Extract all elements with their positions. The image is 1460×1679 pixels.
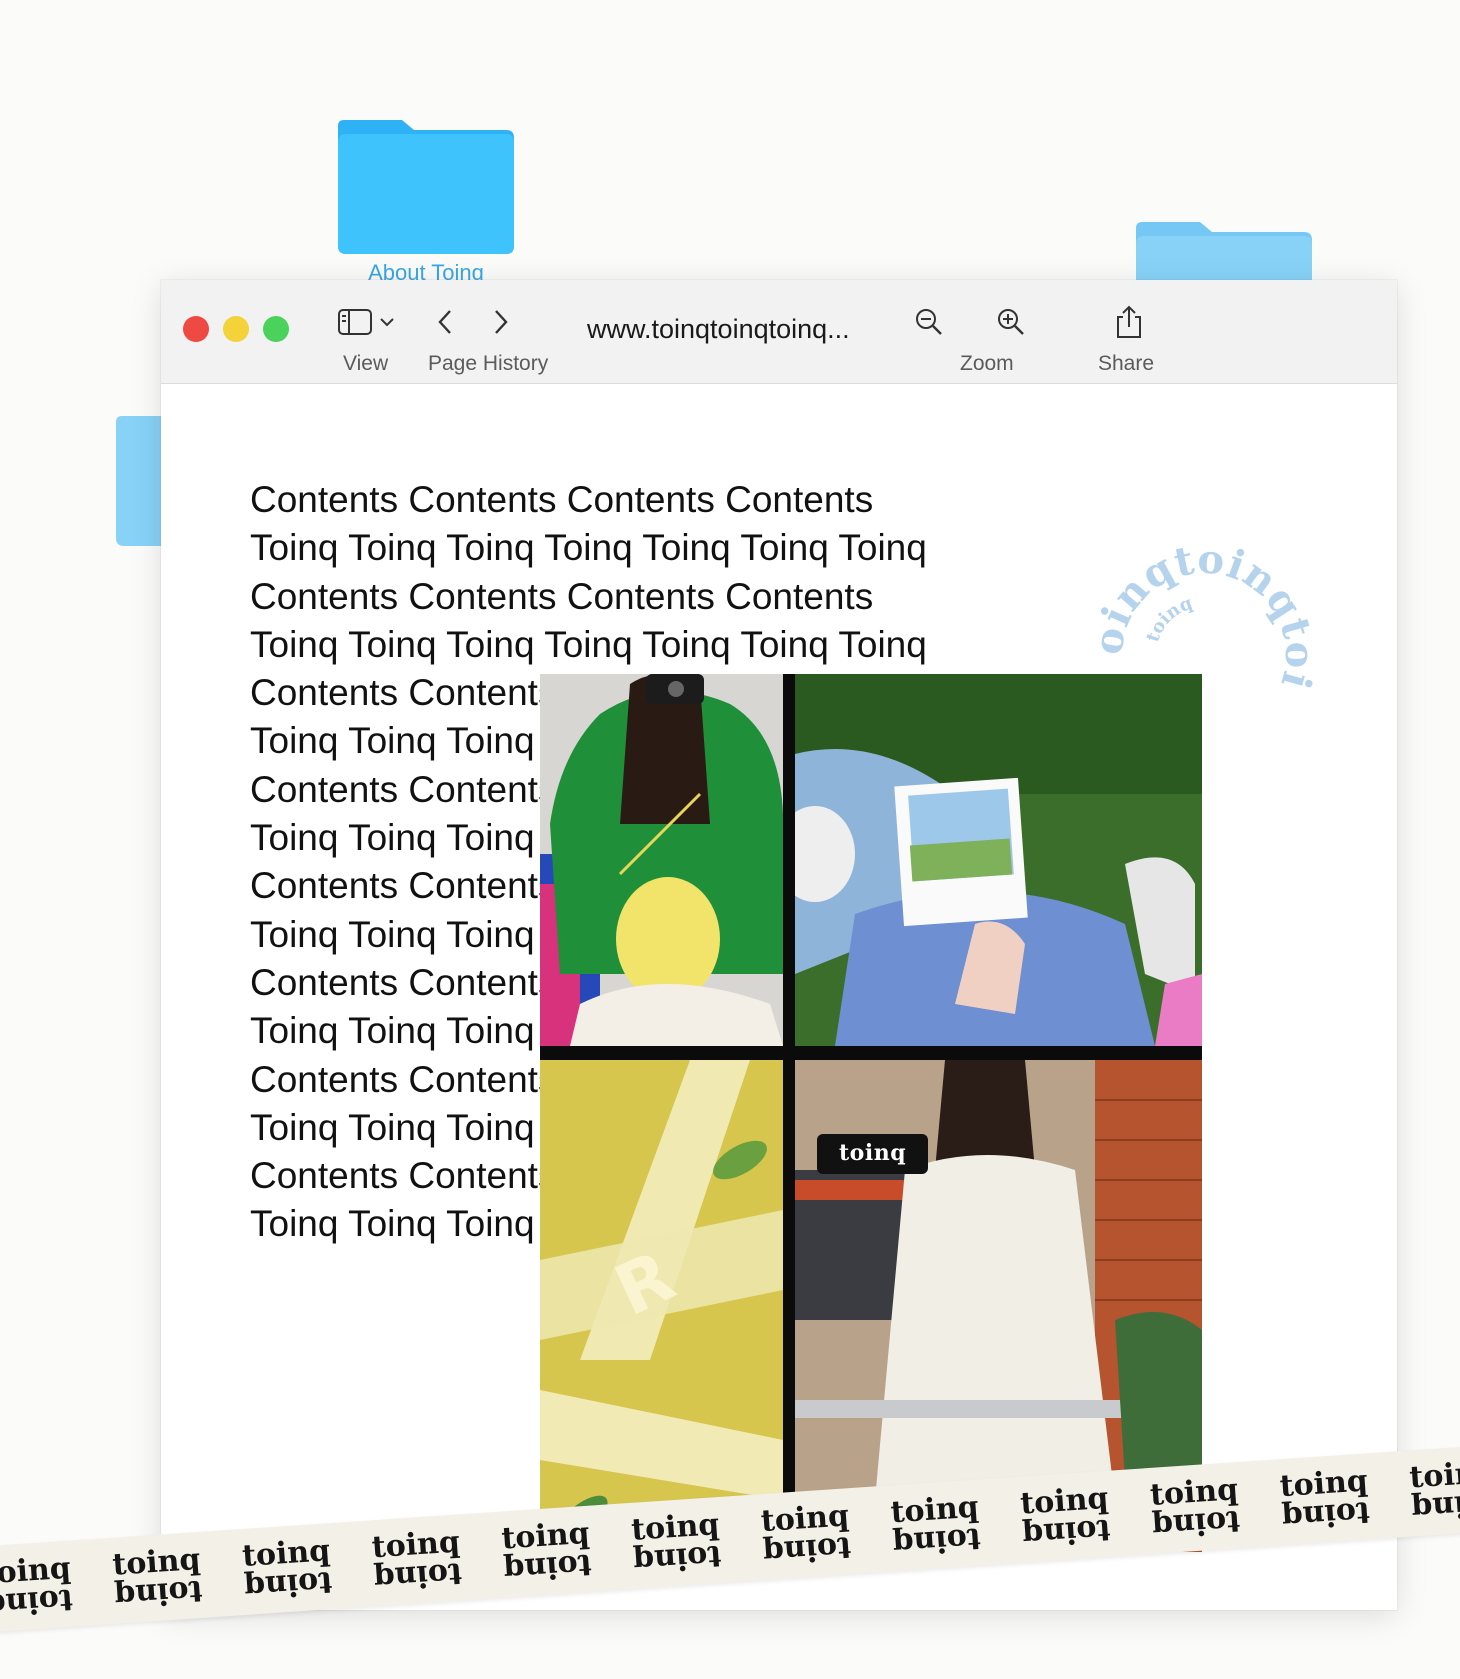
ribbon-logo: toinq toinq [630, 1507, 723, 1579]
svg-text:toinqtoinqtoi: toinqtoinqtoi [1094, 545, 1314, 695]
ribbon-logo: toinq toinq [889, 1489, 982, 1562]
toolbar: View Page History www.toinqtoinqtoinq... [161, 280, 1397, 384]
photo-polaroid-grass [795, 674, 1202, 1046]
maximize-button[interactable] [263, 316, 289, 342]
zoom-in-icon [998, 309, 1024, 335]
chevron-left-icon [438, 310, 451, 334]
ribbon-logo: toinq toinq [500, 1515, 593, 1588]
folder-about-toinq[interactable]: About Toinq [338, 120, 514, 285]
share-label: Share [1098, 352, 1155, 375]
zoom-in-button[interactable] [989, 300, 1033, 344]
content-line: Toinq Toinq Toinq Toinq Toinq Toinq Toin… [250, 623, 927, 665]
ribbon-logo: toinq toinq [1408, 1454, 1460, 1527]
minimize-button[interactable] [223, 316, 249, 342]
ribbon-logo: toinq toinq [1148, 1472, 1242, 1544]
zoom-out-button[interactable] [907, 300, 951, 344]
close-button[interactable] [183, 316, 209, 342]
photo-green-cardigan [540, 674, 783, 1046]
chevron-right-icon [495, 310, 508, 334]
history-label: Page History [428, 352, 549, 375]
sidebar-icon [338, 309, 394, 335]
ribbon-logo: toinq toinq [0, 1550, 74, 1623]
ribbon-logo: toinq toinq [1019, 1480, 1112, 1553]
share-icon [1117, 305, 1141, 338]
back-button[interactable] [423, 300, 467, 344]
folder-icon [338, 120, 514, 254]
content-line: Contents Contents Contents Contents [250, 575, 874, 617]
brand-tag: toinq [817, 1134, 929, 1174]
share-button[interactable] [1107, 300, 1151, 344]
view-label: View [343, 352, 389, 375]
sidebar-view-button[interactable] [337, 300, 401, 344]
content-line: Toinq Toinq Toinq Toinq Toinq Toinq Toin… [250, 527, 927, 569]
photo-yellow-abstract: R [540, 1060, 783, 1552]
photo-collage: R toinq [540, 674, 1202, 1552]
address-bar[interactable]: www.toinqtoinqtoinq... [587, 314, 850, 345]
zoom-label: Zoom [960, 352, 1014, 375]
ribbon-logo: toinq toinq [1278, 1463, 1371, 1536]
ribbon-logo: toinq toinq [241, 1533, 334, 1605]
ribbon-logo: toinq toinq [370, 1524, 464, 1597]
zoom-out-icon [916, 309, 942, 335]
forward-button[interactable] [479, 300, 523, 344]
ribbon-logo: toinq toinq [111, 1541, 204, 1614]
content-line: Contents Contents Contents Contents [250, 479, 874, 520]
ribbon-logo: toinq toinq [759, 1498, 853, 1571]
